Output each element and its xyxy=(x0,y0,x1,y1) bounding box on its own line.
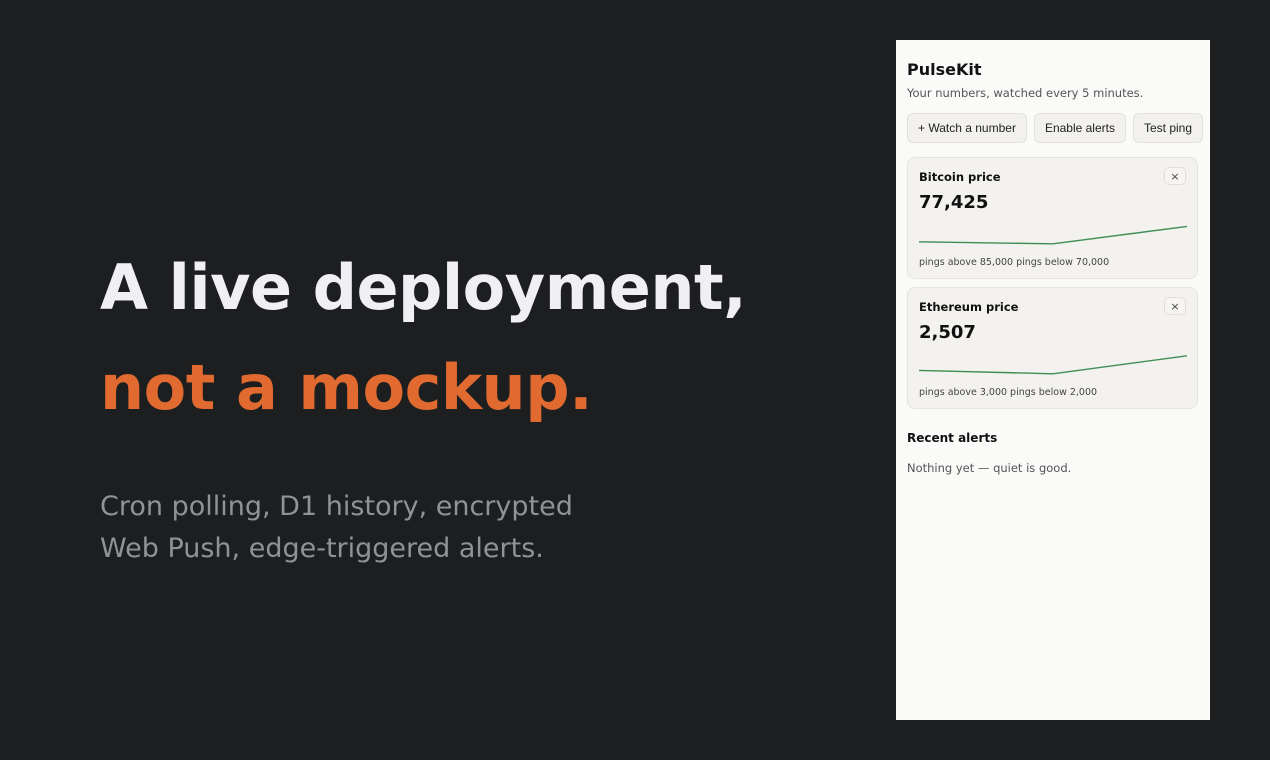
sparkline-chart xyxy=(919,225,1187,245)
sparkline-line xyxy=(919,225,1187,245)
headline-line-2: not a mockup. xyxy=(100,351,593,424)
close-icon[interactable]: × xyxy=(1164,167,1186,185)
card-thresholds: pings above 85,000 pings below 70,000 xyxy=(919,257,1110,268)
recent-alerts-empty: Nothing yet — quiet is good. xyxy=(907,461,1072,475)
sparkline-line xyxy=(919,355,1187,375)
sparkline-chart xyxy=(919,355,1187,375)
watch-card-ethereum: Ethereum price × 2,507 pings above 3,000… xyxy=(907,287,1198,409)
test-ping-button[interactable]: Test ping xyxy=(1132,113,1204,143)
app-panel: PulseKit Your numbers, watched every 5 m… xyxy=(896,40,1210,720)
stage: A live deployment, not a mockup. Cron po… xyxy=(0,0,1270,760)
toolbar: + Watch a number Enable alerts Test ping xyxy=(907,113,1204,143)
headline-line-1: A live deployment, xyxy=(100,251,747,324)
card-thresholds: pings above 3,000 pings below 2,000 xyxy=(919,387,1098,398)
close-icon[interactable]: × xyxy=(1164,297,1186,315)
card-title: Ethereum price xyxy=(919,300,1019,314)
watch-card-bitcoin: Bitcoin price × 77,425 pings above 85,00… xyxy=(907,157,1198,279)
hero-subline: Cron polling, D1 history, encrypted Web … xyxy=(100,491,573,564)
app-title: PulseKit xyxy=(907,60,982,79)
watch-number-button[interactable]: + Watch a number xyxy=(907,113,1027,143)
hero: A live deployment, not a mockup. Cron po… xyxy=(100,238,800,570)
card-value: 77,425 xyxy=(919,192,989,213)
card-value: 2,507 xyxy=(919,322,976,343)
app-subtitle: Your numbers, watched every 5 minutes. xyxy=(907,86,1144,100)
recent-alerts-title: Recent alerts xyxy=(907,431,998,445)
enable-alerts-button[interactable]: Enable alerts xyxy=(1033,113,1126,143)
card-title: Bitcoin price xyxy=(919,170,1001,184)
